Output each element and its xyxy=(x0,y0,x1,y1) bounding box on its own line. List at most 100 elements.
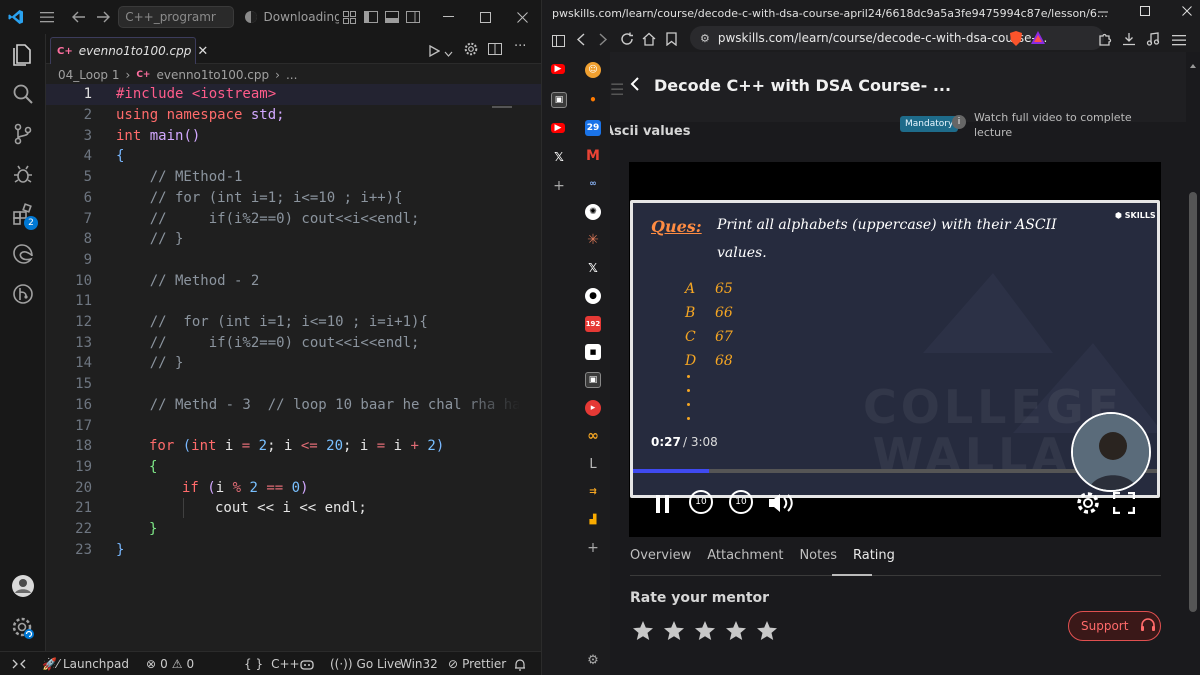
sidebar-toggle-icon[interactable] xyxy=(552,32,565,51)
menu-icon[interactable] xyxy=(33,0,62,34)
star-icon[interactable] xyxy=(725,620,747,642)
more-actions-icon[interactable]: ··· xyxy=(514,39,526,54)
toggle-sidebar-icon[interactable] xyxy=(360,0,381,34)
edge-devtools-icon[interactable] xyxy=(0,234,46,274)
account-avatar[interactable] xyxy=(0,566,46,606)
fullscreen-icon[interactable] xyxy=(1112,491,1136,518)
language-mode[interactable]: { } C++ xyxy=(244,652,300,675)
bookmark-icon[interactable] xyxy=(666,31,677,50)
video-player[interactable]: COLLEGE WALLAH ⬢ SKILLS Ques: Print all … xyxy=(629,162,1161,537)
menu-icon[interactable] xyxy=(1172,31,1186,50)
tab-evenno1to100[interactable]: C+ evenno1to100.cpp ✕ xyxy=(50,37,208,64)
info-icon[interactable]: i xyxy=(952,115,966,129)
claude-icon[interactable]: ✳ xyxy=(585,232,601,248)
breadcrumb-folder[interactable]: 04_Loop 1 xyxy=(58,68,120,82)
close-window-icon[interactable] xyxy=(1182,6,1193,20)
chatgpt-icon[interactable]: ✺ xyxy=(585,204,601,220)
notification-count-icon[interactable]: 192 xyxy=(585,316,601,332)
pw-skills-icon[interactable]: ▣ xyxy=(551,92,567,108)
toggle-panel-icon[interactable] xyxy=(381,0,402,34)
prettier-item[interactable]: ⊘ Prettier xyxy=(448,652,506,675)
brave-shield-icon[interactable] xyxy=(1008,30,1024,51)
tab-rating[interactable]: Rating xyxy=(853,548,895,572)
source-control-icon[interactable] xyxy=(0,114,46,154)
sidebar-settings-icon[interactable]: ⚙ xyxy=(585,652,601,668)
site-icon[interactable]: ■ xyxy=(585,344,601,360)
search-icon[interactable] xyxy=(0,74,46,114)
split-editor-icon[interactable] xyxy=(488,41,502,60)
platform-item[interactable]: Win32 xyxy=(400,652,438,675)
x-twitter-icon[interactable]: 𝕏 xyxy=(551,149,567,165)
analytics-icon[interactable]: ▟ xyxy=(585,512,601,528)
command-center-search[interactable]: C++_programr xyxy=(118,6,235,28)
star-icon[interactable] xyxy=(663,620,685,642)
close-tab-icon[interactable]: ✕ xyxy=(197,44,208,59)
close-window-icon[interactable] xyxy=(503,0,541,34)
back-chevron-icon[interactable] xyxy=(630,76,640,96)
breadcrumb-symbol[interactable]: ... xyxy=(286,68,297,82)
explorer-icon[interactable] xyxy=(0,34,46,74)
downloads-icon[interactable] xyxy=(1122,31,1136,50)
tab-attachment[interactable]: Attachment xyxy=(707,548,783,572)
problems-item[interactable]: ⊗ 0 ⚠ 0 xyxy=(146,652,194,675)
skip-forward-icon[interactable]: 10 xyxy=(729,490,753,514)
maximize-icon[interactable] xyxy=(1140,6,1151,20)
maximize-icon[interactable] xyxy=(469,0,504,34)
calendar-icon[interactable]: 29 xyxy=(585,120,601,136)
add-panel-icon[interactable]: + xyxy=(585,540,601,556)
launchpad-item[interactable]: 🚀⁄ Launchpad xyxy=(42,652,129,675)
forward-icon[interactable] xyxy=(598,31,608,50)
github-icon[interactable]: ● xyxy=(585,288,601,304)
extensions-icon[interactable]: 2 xyxy=(0,194,46,234)
settings-gear-icon[interactable] xyxy=(1075,490,1101,520)
infinity-icon[interactable]: ∞ xyxy=(585,428,601,444)
notifications-bell-icon[interactable] xyxy=(514,652,526,675)
toggle-secondary-sidebar-icon[interactable] xyxy=(403,0,424,34)
youtube-icon[interactable]: ▶ xyxy=(551,64,565,74)
media-music-icon[interactable] xyxy=(1146,31,1160,50)
youtube-icon[interactable]: ▶ xyxy=(551,123,565,133)
play-icon[interactable]: ▸ xyxy=(585,400,601,416)
dot-icon[interactable]: • xyxy=(585,92,601,108)
manage-gear-icon[interactable] xyxy=(0,608,46,648)
run-dropdown-icon[interactable] xyxy=(444,43,453,62)
code-editor[interactable]: 1 #include <iostream> 2 using namespace st… xyxy=(46,84,541,651)
arrow-site-icon[interactable]: ⇉ xyxy=(585,484,601,500)
pause-icon[interactable] xyxy=(655,494,671,518)
run-code-icon[interactable] xyxy=(428,42,441,61)
star-icon[interactable] xyxy=(756,620,778,642)
tab-overview[interactable]: Overview xyxy=(630,548,691,572)
minimize-icon[interactable] xyxy=(430,0,469,34)
page-scrollbar[interactable] xyxy=(1186,52,1200,675)
remote-icon[interactable] xyxy=(12,652,26,675)
site-info-icon[interactable]: ⚙ xyxy=(700,32,710,45)
letter-l-icon[interactable]: L xyxy=(585,456,601,472)
scrollbar-thumb[interactable] xyxy=(1189,192,1197,612)
back-arrow-icon[interactable] xyxy=(68,0,91,34)
settings-gear-icon[interactable] xyxy=(464,41,478,60)
extensions-puzzle-icon[interactable] xyxy=(1098,31,1112,50)
minimize-icon[interactable] xyxy=(1098,6,1109,20)
hamburger-icon[interactable]: ☰ xyxy=(610,80,624,99)
go-live-button[interactable]: ((·)) Go Live xyxy=(330,652,402,675)
star-icon[interactable] xyxy=(632,620,654,642)
layout-grid-icon[interactable] xyxy=(339,0,360,34)
reload-icon[interactable] xyxy=(620,31,634,50)
support-button[interactable]: Support xyxy=(1068,611,1161,641)
run-debug-icon[interactable] xyxy=(0,154,46,194)
home-icon[interactable] xyxy=(642,31,656,50)
git-graph-icon[interactable] xyxy=(0,274,46,314)
connections-icon[interactable]: ∞ xyxy=(585,176,601,192)
add-panel-icon[interactable]: + xyxy=(551,178,567,194)
brave-rewards-icon[interactable] xyxy=(1030,30,1046,50)
tab-notes[interactable]: Notes xyxy=(799,548,837,572)
x-twitter-icon[interactable]: 𝕏 xyxy=(585,260,601,276)
emoji-icon[interactable]: ☺ xyxy=(585,62,601,78)
gmail-icon[interactable]: M xyxy=(585,148,601,164)
volume-icon[interactable] xyxy=(767,492,795,518)
skip-back-icon[interactable]: 10 xyxy=(689,490,713,514)
copilot-icon[interactable] xyxy=(300,652,314,675)
forward-arrow-icon[interactable] xyxy=(91,0,114,34)
pw-skills-icon[interactable]: ▣ xyxy=(585,372,601,388)
breadcrumb-file[interactable]: evenno1to100.cpp xyxy=(156,68,269,82)
